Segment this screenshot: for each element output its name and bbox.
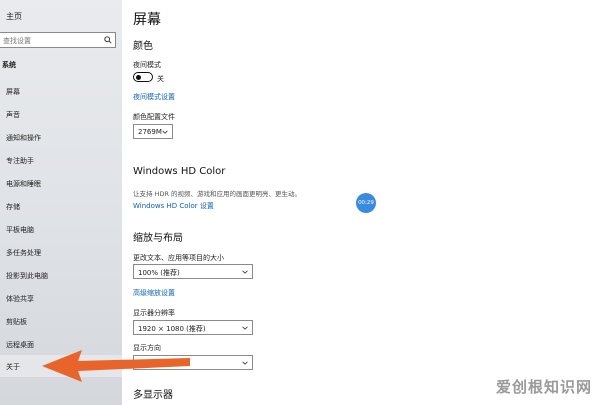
text-size-dropdown[interactable]: 100% (推荐) [133,264,253,279]
hd-color-heading: Windows HD Color [133,166,226,177]
resolution-value: 1920 × 1080 (推荐) [138,325,206,333]
sidebar-section-title: 系统 [2,61,16,69]
time-badge: 00:29 [356,193,376,213]
sidebar-item-focus-assist[interactable]: 专注助手 [6,156,34,166]
sidebar-item-tablet[interactable]: 平板电脑 [6,225,34,235]
sidebar-item-sound[interactable]: 声音 [6,110,20,120]
chevron-down-icon [242,326,248,330]
advanced-scaling-link[interactable]: 高级缩放设置 [133,288,175,298]
night-mode-label: 夜间模式 [133,61,161,69]
sidebar-item-remote-desktop[interactable]: 远程桌面 [6,340,34,350]
sidebar: 主页 查找设置 系统 屏幕 声音 通知和操作 专注助手 电源和睡眠 存储 平板电… [0,0,122,405]
night-mode-state: 关 [157,75,164,83]
search-icon [104,36,112,44]
resolution-label: 显示器分辨率 [133,309,175,317]
watermark: 爱创根知识网 [495,378,592,396]
night-mode-settings-link[interactable]: 夜间模式设置 [133,92,175,102]
text-size-label: 更改文本、应用等项目的大小 [133,254,224,262]
sidebar-item-storage[interactable]: 存储 [6,202,20,212]
color-profile-label: 颜色配置文件 [133,113,175,121]
hd-color-description: 让支持 HDR 的视频、游戏和应用的画面更明亮、更生动。 [133,190,302,198]
sidebar-home[interactable]: 主页 [6,11,22,22]
night-mode-toggle[interactable] [133,72,153,82]
scale-layout-heading: 缩放与布局 [133,233,183,244]
color-profile-dropdown[interactable]: 2769M [133,124,173,139]
chevron-down-icon [162,130,168,134]
hd-color-settings-link[interactable]: Windows HD Color 设置 [133,201,214,211]
orange-arrow-annotation [42,350,190,382]
chevron-down-icon [242,270,248,274]
sidebar-item-notifications[interactable]: 通知和操作 [6,133,41,143]
search-input[interactable]: 查找设置 [3,36,31,46]
sidebar-item-multitasking[interactable]: 多任务处理 [6,248,41,258]
sidebar-item-shared-experiences[interactable]: 体验共享 [6,294,34,304]
color-heading: 颜色 [133,41,153,52]
sidebar-item-about-label: 关于 [6,363,20,371]
text-size-value: 100% (推荐) [138,269,180,277]
color-profile-value: 2769M [138,128,162,136]
sidebar-item-display[interactable]: 屏幕 [6,87,20,97]
resolution-dropdown[interactable]: 1920 × 1080 (推荐) [133,320,253,335]
sidebar-item-clipboard[interactable]: 剪贴板 [6,317,27,327]
sidebar-item-power[interactable]: 电源和睡眠 [6,179,41,189]
multi-display-heading: 多显示器 [133,390,173,401]
sidebar-item-projecting[interactable]: 投影到此电脑 [6,271,48,281]
chevron-down-icon [242,361,248,365]
toggle-knob [136,74,141,80]
page-title: 屏幕 [133,12,161,28]
search-box[interactable]: 查找设置 [0,32,116,48]
